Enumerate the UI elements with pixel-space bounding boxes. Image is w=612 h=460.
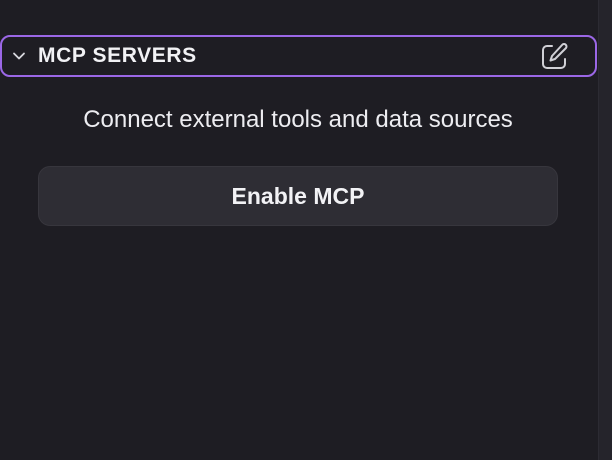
enable-mcp-button[interactable]: Enable MCP	[38, 166, 558, 226]
edit-icon[interactable]	[537, 40, 571, 74]
section-description: Connect external tools and data sources	[83, 106, 513, 133]
section-title: MCP SERVERS	[38, 44, 197, 67]
mcp-panel: MCP SERVERS Connect external tools and d…	[0, 0, 598, 460]
chevron-down-icon[interactable]	[11, 48, 27, 64]
side-panel-edge	[598, 0, 612, 460]
mcp-section-header[interactable]: MCP SERVERS	[0, 35, 597, 77]
